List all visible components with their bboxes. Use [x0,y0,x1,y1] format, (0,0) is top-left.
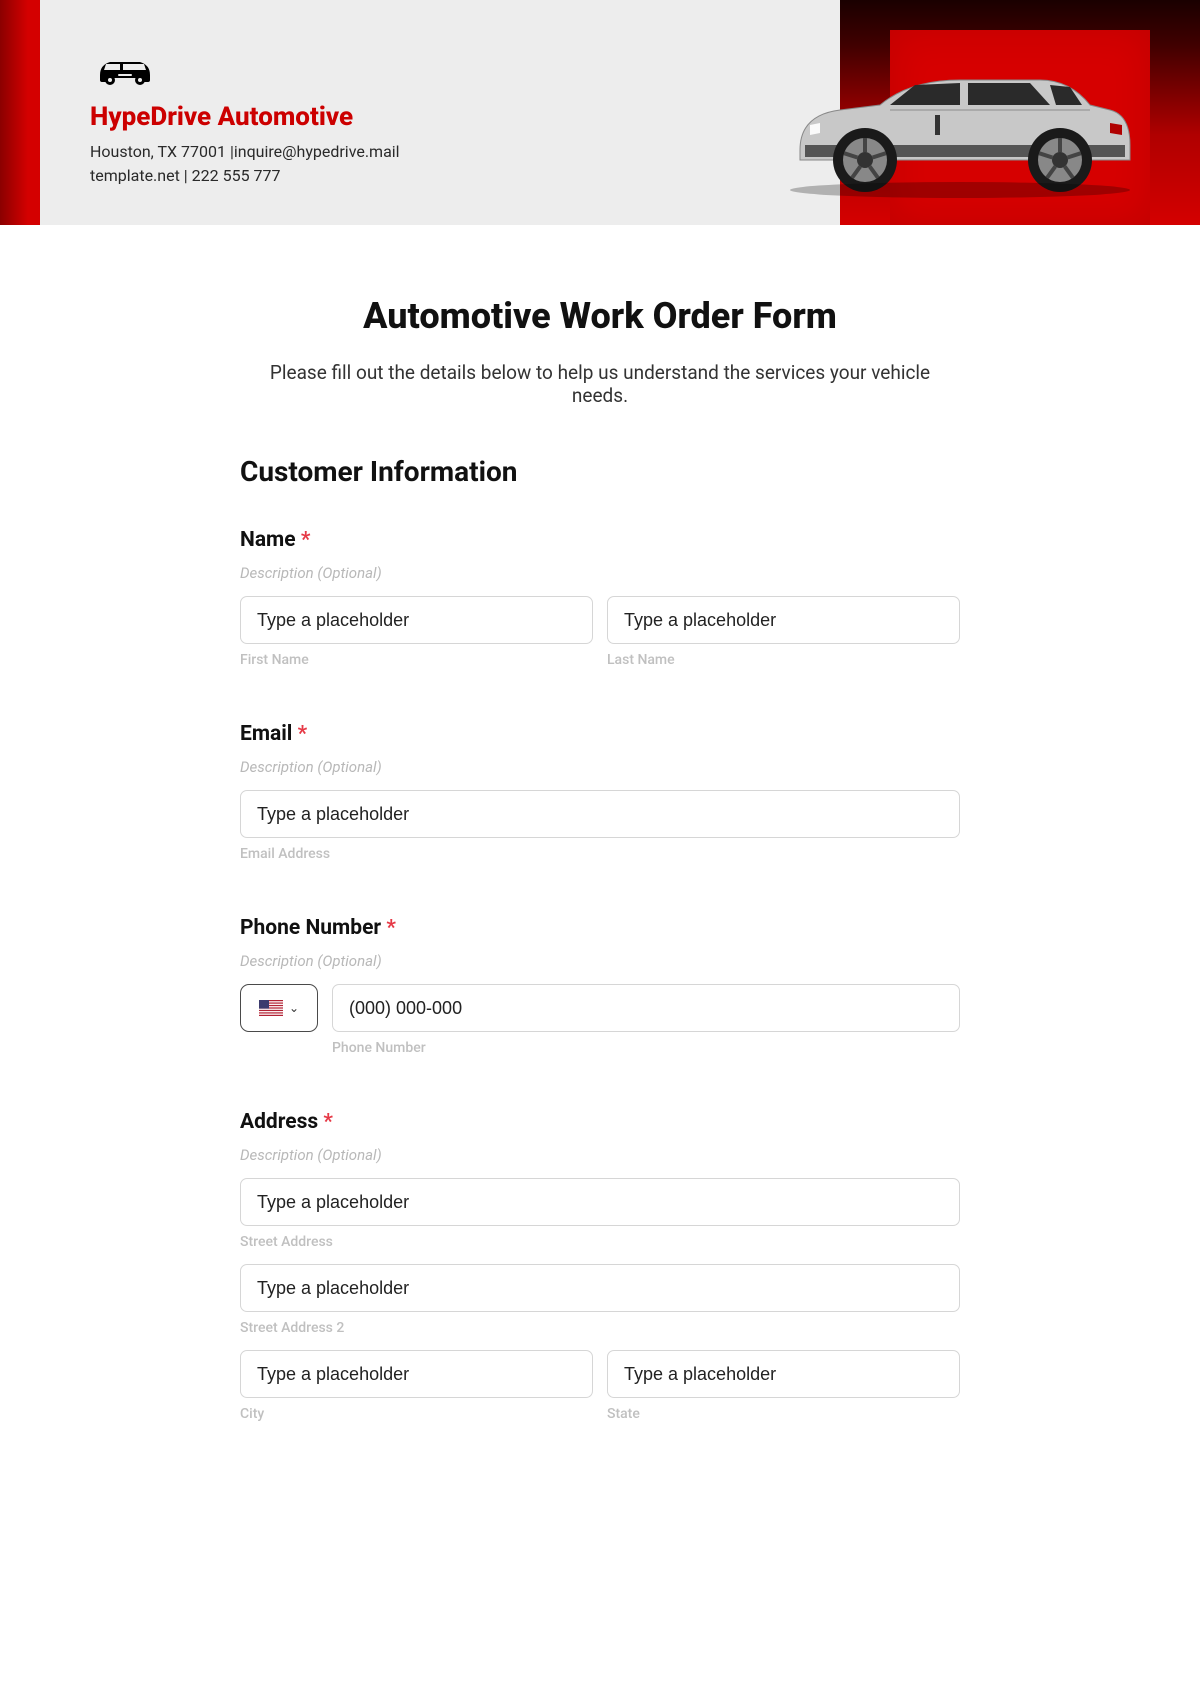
desc-address: Description (Optional) [240,1146,960,1164]
state-input[interactable] [607,1350,960,1398]
field-name: Name * Description (Optional) First Name… [240,528,960,668]
sublabel-state: State [607,1406,960,1422]
required-star: * [323,1110,333,1134]
label-phone: Phone Number * [240,916,960,940]
email-input[interactable] [240,790,960,838]
last-name-input[interactable] [607,596,960,644]
required-star: * [301,528,311,552]
sublabel-first-name: First Name [240,652,593,668]
label-phone-text: Phone Number [240,916,381,940]
country-code-select[interactable]: ⌄ [240,984,318,1032]
chevron-down-icon: ⌄ [289,1001,299,1015]
desc-phone: Description (Optional) [240,952,960,970]
page-title: Automotive Work Order Form [240,295,960,337]
header-banner: HypeDrive Automotive Houston, TX 77001 |… [0,0,1200,225]
required-star: * [298,722,308,746]
field-address: Address * Description (Optional) Street … [240,1110,960,1422]
label-address: Address * [240,1110,960,1134]
brand-name: HypeDrive Automotive [90,102,680,132]
desc-name: Description (Optional) [240,564,960,582]
sublabel-street2: Street Address 2 [240,1320,960,1336]
city-input[interactable] [240,1350,593,1398]
field-email: Email * Description (Optional) Email Add… [240,722,960,862]
car-hero-icon [760,55,1160,205]
car-logo-icon [90,50,160,90]
us-flag-icon [259,1000,283,1016]
first-name-input[interactable] [240,596,593,644]
required-star: * [386,916,396,940]
header-left: HypeDrive Automotive Houston, TX 77001 |… [40,0,680,225]
sublabel-street: Street Address [240,1234,960,1250]
label-address-text: Address [240,1110,318,1134]
label-name: Name * [240,528,960,552]
label-email: Email * [240,722,960,746]
section-customer-info: Customer Information [240,455,960,488]
brand-address: Houston, TX 77001 |inquire@hypedrive.mai… [90,140,680,164]
sublabel-phone: Phone Number [332,1040,960,1056]
phone-input[interactable] [332,984,960,1032]
accent-bar [0,0,40,225]
page-subtitle: Please fill out the details below to hel… [240,361,960,407]
street-input[interactable] [240,1178,960,1226]
field-phone: Phone Number * Description (Optional) ⌄ [240,916,960,1056]
form-content: Automotive Work Order Form Please fill o… [180,225,1020,1516]
label-email-text: Email [240,722,292,746]
sublabel-email: Email Address [240,846,960,862]
sublabel-last-name: Last Name [607,652,960,668]
sublabel-city: City [240,1406,593,1422]
desc-email: Description (Optional) [240,758,960,776]
brand-contact: template.net | 222 555 777 [90,164,680,188]
header-right [680,0,1200,225]
street2-input[interactable] [240,1264,960,1312]
label-name-text: Name [240,528,296,552]
